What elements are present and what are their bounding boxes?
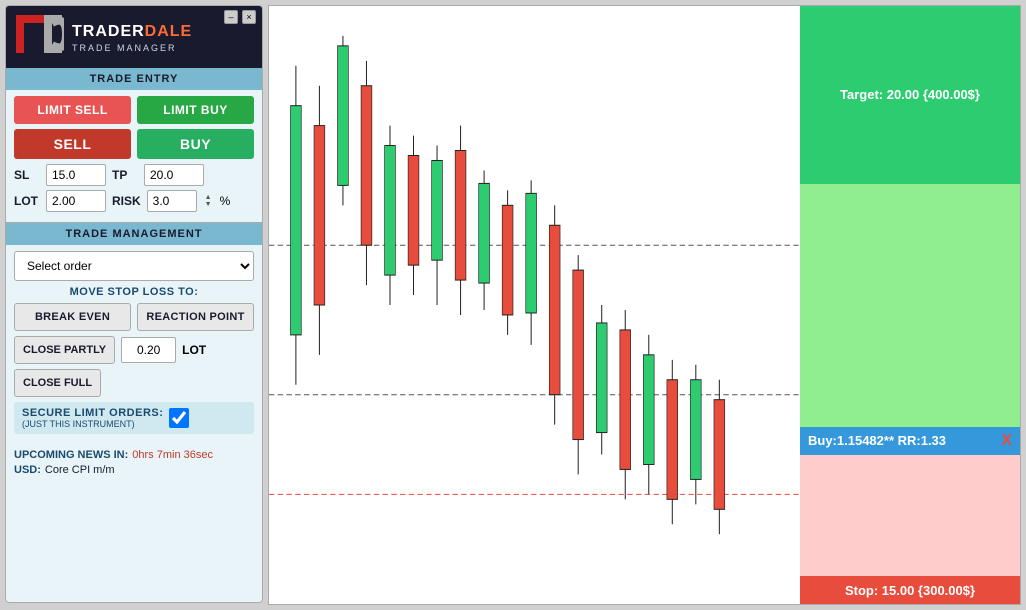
stop-zone xyxy=(800,455,1020,576)
trade-management-section: Select order MOVE STOP LOSS TO: BREAK EV… xyxy=(6,245,262,445)
select-order-dropdown[interactable]: Select order xyxy=(14,251,254,281)
sl-label: SL xyxy=(14,168,40,182)
close-full-row: CLOSE FULL xyxy=(14,369,254,402)
break-even-reaction-row: BREAK EVEN REACTION POINT xyxy=(14,303,254,331)
lot-input[interactable] xyxy=(46,190,106,212)
minimize-button[interactable]: – xyxy=(224,10,238,24)
chart-svg xyxy=(269,6,800,604)
limit-buttons-row: LIMIT SELL LIMIT BUY xyxy=(14,96,254,124)
tp-label: TP xyxy=(112,168,138,182)
chart-area: Target: 20.00 {400.00$} Buy:1.15482** RR… xyxy=(268,5,1021,605)
buy-zone xyxy=(800,184,1020,427)
trade-management-header: TRADE MANAGEMENT xyxy=(6,223,262,245)
chart-canvas xyxy=(269,6,800,604)
stop-level: Stop: 15.00 {300.00$} xyxy=(800,576,1020,604)
logo-subtitle: TRADE MANAGER xyxy=(72,43,192,53)
target-level: Target: 20.00 {400.00$} xyxy=(800,6,1020,184)
close-full-button[interactable]: CLOSE FULL xyxy=(14,369,101,397)
sl-tp-row: SL TP xyxy=(14,164,254,186)
lot-label: LOT xyxy=(14,194,40,208)
upcoming-news-row: UPCOMING NEWS IN: 0hrs 7min 36sec xyxy=(14,449,254,461)
left-panel: – × TRADER DALE TRADE MANAGER xyxy=(5,5,263,603)
buy-level: Buy:1.15482** RR:1.33 X xyxy=(800,427,1020,455)
risk-spinner[interactable]: ▲ ▼ xyxy=(205,194,212,208)
trade-entry-header: TRADE ENTRY xyxy=(6,68,262,90)
spinner-up-icon[interactable]: ▲ xyxy=(205,194,212,201)
close-partly-lot-label: LOT xyxy=(182,343,206,357)
close-partly-lot-input[interactable] xyxy=(121,337,176,363)
logo-trader: TRADER xyxy=(72,23,145,41)
trade-entry-section: LIMIT SELL LIMIT BUY SELL BUY SL TP LOT … xyxy=(6,90,262,222)
window-controls: – × xyxy=(224,10,256,24)
risk-input[interactable] xyxy=(147,190,197,212)
logo-dale: DALE xyxy=(145,23,193,41)
buy-button[interactable]: BUY xyxy=(137,129,254,159)
risk-label: RISK xyxy=(112,194,141,208)
logo-icon xyxy=(16,15,64,62)
limit-sell-button[interactable]: LIMIT SELL xyxy=(14,96,131,124)
trade-levels-panel: Target: 20.00 {400.00$} Buy:1.15482** RR… xyxy=(800,6,1020,604)
secure-limit-row: SECURE LIMIT ORDERS: (JUST THIS INSTRUME… xyxy=(14,402,254,434)
limit-buy-button[interactable]: LIMIT BUY xyxy=(137,96,254,124)
close-partly-button[interactable]: CLOSE PARTLY xyxy=(14,336,115,364)
risk-unit: % xyxy=(220,194,231,208)
news-time: 0hrs 7min 36sec xyxy=(132,449,213,461)
close-trade-button[interactable]: X xyxy=(1001,432,1012,450)
spinner-down-icon[interactable]: ▼ xyxy=(205,201,212,208)
move-sl-header: MOVE STOP LOSS TO: xyxy=(14,286,254,298)
usd-label: USD: xyxy=(14,464,41,476)
reaction-point-button[interactable]: REACTION POINT xyxy=(137,303,254,331)
close-button[interactable]: × xyxy=(242,10,256,24)
usd-news-row: USD: Core CPI m/m xyxy=(14,464,254,476)
tp-input[interactable] xyxy=(144,164,204,186)
lot-risk-row: LOT RISK ▲ ▼ % xyxy=(14,190,254,212)
break-even-button[interactable]: BREAK EVEN xyxy=(14,303,131,331)
secure-label: SECURE LIMIT ORDERS: xyxy=(22,407,163,419)
stop-label: Stop: 15.00 {300.00$} xyxy=(845,583,975,598)
buy-label: Buy:1.15482** RR:1.33 xyxy=(808,433,946,448)
secure-checkbox[interactable] xyxy=(169,408,189,428)
sell-button[interactable]: SELL xyxy=(14,129,131,159)
target-label: Target: 20.00 {400.00$} xyxy=(840,87,980,102)
usd-news-item: Core CPI m/m xyxy=(45,464,115,476)
secure-sub: (JUST THIS INSTRUMENT) xyxy=(22,419,163,429)
logo-text-group: TRADER DALE TRADE MANAGER xyxy=(72,23,192,53)
news-section: UPCOMING NEWS IN: 0hrs 7min 36sec USD: C… xyxy=(6,445,262,483)
sell-buy-buttons-row: SELL BUY xyxy=(14,129,254,159)
sl-input[interactable] xyxy=(46,164,106,186)
close-partly-row: CLOSE PARTLY LOT xyxy=(14,336,254,364)
upcoming-news-label: UPCOMING NEWS IN: xyxy=(14,449,128,461)
